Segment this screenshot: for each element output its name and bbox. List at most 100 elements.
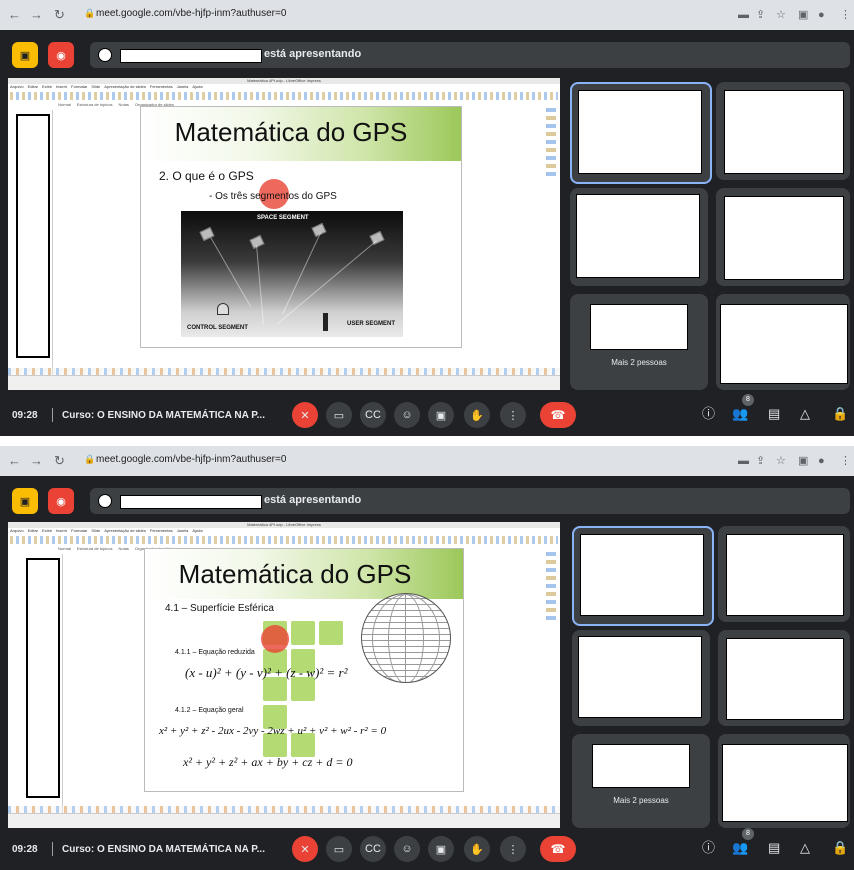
info-icon[interactable]: ⓘ xyxy=(702,406,715,422)
tab-notes[interactable]: Notas xyxy=(118,546,128,552)
forward-icon[interactable]: → xyxy=(30,7,43,23)
host-controls-icon[interactable]: 🔒 xyxy=(832,406,848,422)
sidebar-tools[interactable] xyxy=(546,108,556,178)
presenter-name-redacted xyxy=(120,495,262,509)
participant-video-redacted xyxy=(724,196,844,280)
dish-icon xyxy=(217,303,229,315)
impress-toolbar[interactable] xyxy=(10,92,558,100)
slide-thumbnail-redacted[interactable] xyxy=(16,114,50,358)
emoji-icon[interactable]: ☺ xyxy=(394,836,420,862)
presenting-label: está apresentando xyxy=(264,48,362,60)
participant-tile[interactable] xyxy=(716,294,850,390)
share-icon[interactable]: ⇪ xyxy=(756,8,765,22)
people-icon[interactable]: 👥 xyxy=(732,840,748,856)
camera-icon[interactable]: ▭ xyxy=(326,402,352,428)
captions-icon[interactable]: CC xyxy=(360,836,386,862)
menu-icon[interactable]: ⋮ xyxy=(840,454,851,468)
star-icon[interactable]: ☆ xyxy=(776,454,786,468)
more-options-icon[interactable]: ⋮ xyxy=(500,836,526,862)
participant-video-redacted xyxy=(590,304,688,350)
slide-thumbnail-redacted[interactable] xyxy=(26,558,60,798)
reload-icon[interactable]: ↻ xyxy=(54,7,65,23)
meeting-title: Curso: O ENSINO DA MATEMÁTICA NA P... xyxy=(62,410,265,421)
more-people-tile[interactable]: Mais 2 pessoas xyxy=(570,294,708,390)
present-screen-icon[interactable]: ▣ xyxy=(428,402,454,428)
profile-icon[interactable]: ● xyxy=(818,8,825,22)
address-bar[interactable]: 🔒 meet.google.com/vbe-hjfp-inm?authuser=… xyxy=(82,5,722,25)
mic-off-icon[interactable]: ✕ xyxy=(292,836,318,862)
stop-presenting-icon[interactable]: ◉ xyxy=(48,42,74,68)
emoji-icon[interactable]: ☺ xyxy=(394,402,420,428)
green-square xyxy=(319,621,343,645)
participant-video-redacted xyxy=(576,194,700,278)
more-people-tile[interactable]: Mais 2 pessoas xyxy=(572,734,710,828)
gps-segments-image: SPACE SEGMENT CONTROL SEGMENT USER SEGME… xyxy=(181,211,403,337)
participant-tile[interactable] xyxy=(570,82,712,184)
sidebar-tools[interactable] xyxy=(546,552,556,622)
leave-call-icon[interactable]: ☎ xyxy=(540,402,576,428)
participant-tile[interactable] xyxy=(572,526,714,626)
participant-tile[interactable] xyxy=(718,526,850,622)
laser-pointer xyxy=(261,625,289,653)
host-controls-icon[interactable]: 🔒 xyxy=(832,840,848,856)
lock-icon[interactable]: 🔒 xyxy=(84,454,95,465)
meet-controls: 09:28 Curso: O ENSINO DA MATEMÁTICA NA P… xyxy=(0,394,854,436)
lock-icon[interactable]: 🔒 xyxy=(84,8,95,19)
participant-tile[interactable] xyxy=(716,188,850,286)
slide-title: Matemática do GPS xyxy=(174,117,408,147)
browser-toolbar: ← → ↻ 🔒 meet.google.com/vbe-hjfp-inm?aut… xyxy=(0,0,854,30)
install-icon[interactable]: ▬ xyxy=(738,8,749,22)
signal-line xyxy=(276,240,377,325)
captions-icon[interactable]: CC xyxy=(360,402,386,428)
reload-icon[interactable]: ↻ xyxy=(54,453,65,469)
install-icon[interactable]: ▬ xyxy=(738,454,749,468)
camera-icon[interactable]: ▭ xyxy=(326,836,352,862)
raise-hand-icon[interactable]: ✋ xyxy=(464,402,490,428)
profile-icon[interactable]: ● xyxy=(818,454,825,468)
present-icon[interactable]: ▣ xyxy=(12,42,38,68)
participant-tile[interactable] xyxy=(716,82,850,180)
participant-tile[interactable] xyxy=(718,734,850,828)
presenter-name-redacted xyxy=(120,49,262,63)
participant-video-redacted xyxy=(720,304,848,384)
window-icon[interactable]: ▣ xyxy=(798,8,808,22)
divider xyxy=(52,408,53,422)
back-icon[interactable]: ← xyxy=(8,7,21,23)
tab-outline[interactable]: Estrutura de tópicos xyxy=(77,102,113,108)
info-icon[interactable]: ⓘ xyxy=(702,840,715,856)
stop-presenting-icon[interactable]: ◉ xyxy=(48,488,74,514)
meet-stage: ▣ ◉ está apresentando Matemática 4Pf.odp… xyxy=(0,476,854,870)
equation-reduced: (x - u)² + (y - v)² + (z - w)² = r² xyxy=(185,665,348,680)
leave-call-icon[interactable]: ☎ xyxy=(540,836,576,862)
tab-normal[interactable]: Normal xyxy=(58,546,71,552)
tab-normal[interactable]: Normal xyxy=(58,102,71,108)
menu-icon[interactable]: ⋮ xyxy=(840,8,851,22)
chat-icon[interactable]: ▤ xyxy=(768,406,780,422)
participant-tile[interactable] xyxy=(718,630,850,726)
slide-title: Matemática do GPS xyxy=(178,559,412,589)
chat-icon[interactable]: ▤ xyxy=(768,840,780,856)
meeting-clock: 09:28 xyxy=(12,410,38,421)
participant-tile[interactable] xyxy=(572,630,710,726)
window-icon[interactable]: ▣ xyxy=(798,454,808,468)
back-icon[interactable]: ← xyxy=(8,453,21,469)
meet-controls: 09:28 Curso: O ENSINO DA MATEMÁTICA NA P… xyxy=(0,828,854,870)
user-segment-label: USER SEGMENT xyxy=(346,321,395,327)
impress-toolbar[interactable] xyxy=(10,536,558,544)
tab-outline[interactable]: Estrutura de tópicos xyxy=(77,546,113,552)
participant-tile[interactable] xyxy=(570,188,708,286)
mic-off-icon[interactable]: ✕ xyxy=(292,402,318,428)
address-bar[interactable]: 🔒 meet.google.com/vbe-hjfp-inm?authuser=… xyxy=(82,451,722,471)
present-screen-icon[interactable]: ▣ xyxy=(428,836,454,862)
people-icon[interactable]: 👥 xyxy=(732,406,748,422)
raise-hand-icon[interactable]: ✋ xyxy=(464,836,490,862)
activities-icon[interactable]: △ xyxy=(800,840,810,856)
present-icon[interactable]: ▣ xyxy=(12,488,38,514)
activities-icon[interactable]: △ xyxy=(800,406,810,422)
share-icon[interactable]: ⇪ xyxy=(756,454,765,468)
forward-icon[interactable]: → xyxy=(30,453,43,469)
tab-notes[interactable]: Notas xyxy=(118,102,128,108)
slide-subpoint: - Os três segmentos do GPS xyxy=(209,191,337,202)
star-icon[interactable]: ☆ xyxy=(776,8,786,22)
more-options-icon[interactable]: ⋮ xyxy=(500,402,526,428)
